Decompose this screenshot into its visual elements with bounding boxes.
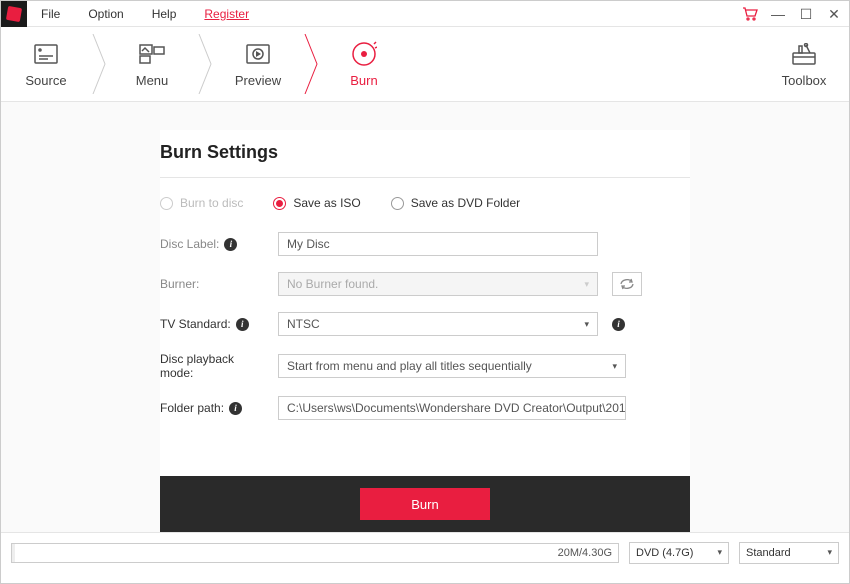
folder-path-label: Folder path: i <box>160 401 270 415</box>
refresh-burner-button[interactable] <box>612 272 642 296</box>
tabs-bar: Source Menu Preview Burn Toolbox <box>1 27 849 102</box>
menu-icon <box>139 41 165 67</box>
burner-label: Burner: <box>160 277 270 291</box>
burn-settings-panel: Burn Settings Burn to disc Save as ISO S… <box>160 130 690 532</box>
preview-icon <box>245 41 271 67</box>
menu-option[interactable]: Option <box>74 1 137 27</box>
disc-label-row: Disc Label: i <box>160 232 690 256</box>
tab-source[interactable]: Source <box>1 27 91 101</box>
playback-mode-select[interactable]: Start from menu and play all titles sequ… <box>278 354 626 378</box>
panel-divider <box>160 177 690 178</box>
radio-save-iso[interactable]: Save as ISO <box>273 196 360 210</box>
titlebar: File Option Help Register — ☐ ✕ <box>1 1 849 27</box>
tab-burn[interactable]: Burn <box>319 27 409 101</box>
burn-bar: Burn <box>160 476 690 532</box>
status-bar: 20M/4.30G DVD (4.7G)▾ Standard▾ <box>1 532 849 572</box>
disc-type-select[interactable]: DVD (4.7G)▾ <box>629 542 729 564</box>
menu-register[interactable]: Register <box>190 1 263 27</box>
panel-title: Burn Settings <box>160 130 690 177</box>
radio-save-iso-label: Save as ISO <box>293 196 360 210</box>
tab-toolbox-label: Toolbox <box>782 73 827 88</box>
menu-file[interactable]: File <box>27 1 74 27</box>
app-icon <box>1 1 27 27</box>
menu-help[interactable]: Help <box>138 1 191 27</box>
radio-burn-to-disc: Burn to disc <box>160 196 243 210</box>
tab-preview[interactable]: Preview <box>213 27 303 101</box>
radio-save-dvd-folder[interactable]: Save as DVD Folder <box>391 196 520 210</box>
radio-save-dvd-folder-label: Save as DVD Folder <box>411 196 520 210</box>
info-icon[interactable]: i <box>229 402 242 415</box>
folder-path-input[interactable]: C:\Users\ws\Documents\Wondershare DVD Cr… <box>278 396 626 420</box>
maximize-button[interactable]: ☐ <box>797 5 815 23</box>
info-icon[interactable]: i <box>612 318 625 331</box>
burn-icon <box>351 41 377 67</box>
tv-standard-select[interactable]: NTSC▾ <box>278 312 598 336</box>
playback-mode-row: Disc playback mode: Start from menu and … <box>160 352 690 380</box>
main-area: Burn Settings Burn to disc Save as ISO S… <box>1 102 849 532</box>
size-text: 20M/4.30G <box>558 547 612 559</box>
burner-select: No Burner found.▾ <box>278 272 598 296</box>
source-icon <box>33 41 59 67</box>
tab-source-label: Source <box>25 73 66 88</box>
burn-button[interactable]: Burn <box>360 488 490 520</box>
disc-label-label: Disc Label: i <box>160 237 270 251</box>
output-type-radios: Burn to disc Save as ISO Save as DVD Fol… <box>160 196 690 210</box>
tab-toolbox[interactable]: Toolbox <box>759 27 849 102</box>
main-menu: File Option Help Register <box>27 1 263 27</box>
tab-preview-label: Preview <box>235 73 281 88</box>
playback-mode-label: Disc playback mode: <box>160 352 270 380</box>
size-progress: 20M/4.30G <box>11 543 619 563</box>
tab-separator <box>303 27 319 101</box>
window-controls: — ☐ ✕ <box>741 1 843 27</box>
progress-fill <box>12 544 15 562</box>
minimize-button[interactable]: — <box>769 5 787 23</box>
cart-icon[interactable] <box>741 5 759 23</box>
info-icon[interactable]: i <box>224 238 237 251</box>
radio-burn-to-disc-label: Burn to disc <box>180 196 243 210</box>
tab-menu-label: Menu <box>136 73 169 88</box>
tv-standard-row: TV Standard: i NTSC▾ i <box>160 312 690 336</box>
folder-path-row: Folder path: i C:\Users\ws\Documents\Won… <box>160 396 690 420</box>
info-icon[interactable]: i <box>236 318 249 331</box>
burner-row: Burner: No Burner found.▾ <box>160 272 690 296</box>
tv-standard-label: TV Standard: i <box>160 317 270 331</box>
tab-burn-label: Burn <box>350 73 377 88</box>
toolbox-icon <box>791 41 817 67</box>
tab-menu[interactable]: Menu <box>107 27 197 101</box>
disc-label-input[interactable] <box>278 232 598 256</box>
tab-separator <box>197 27 213 101</box>
quality-select[interactable]: Standard▾ <box>739 542 839 564</box>
close-button[interactable]: ✕ <box>825 5 843 23</box>
tab-separator <box>91 27 107 101</box>
